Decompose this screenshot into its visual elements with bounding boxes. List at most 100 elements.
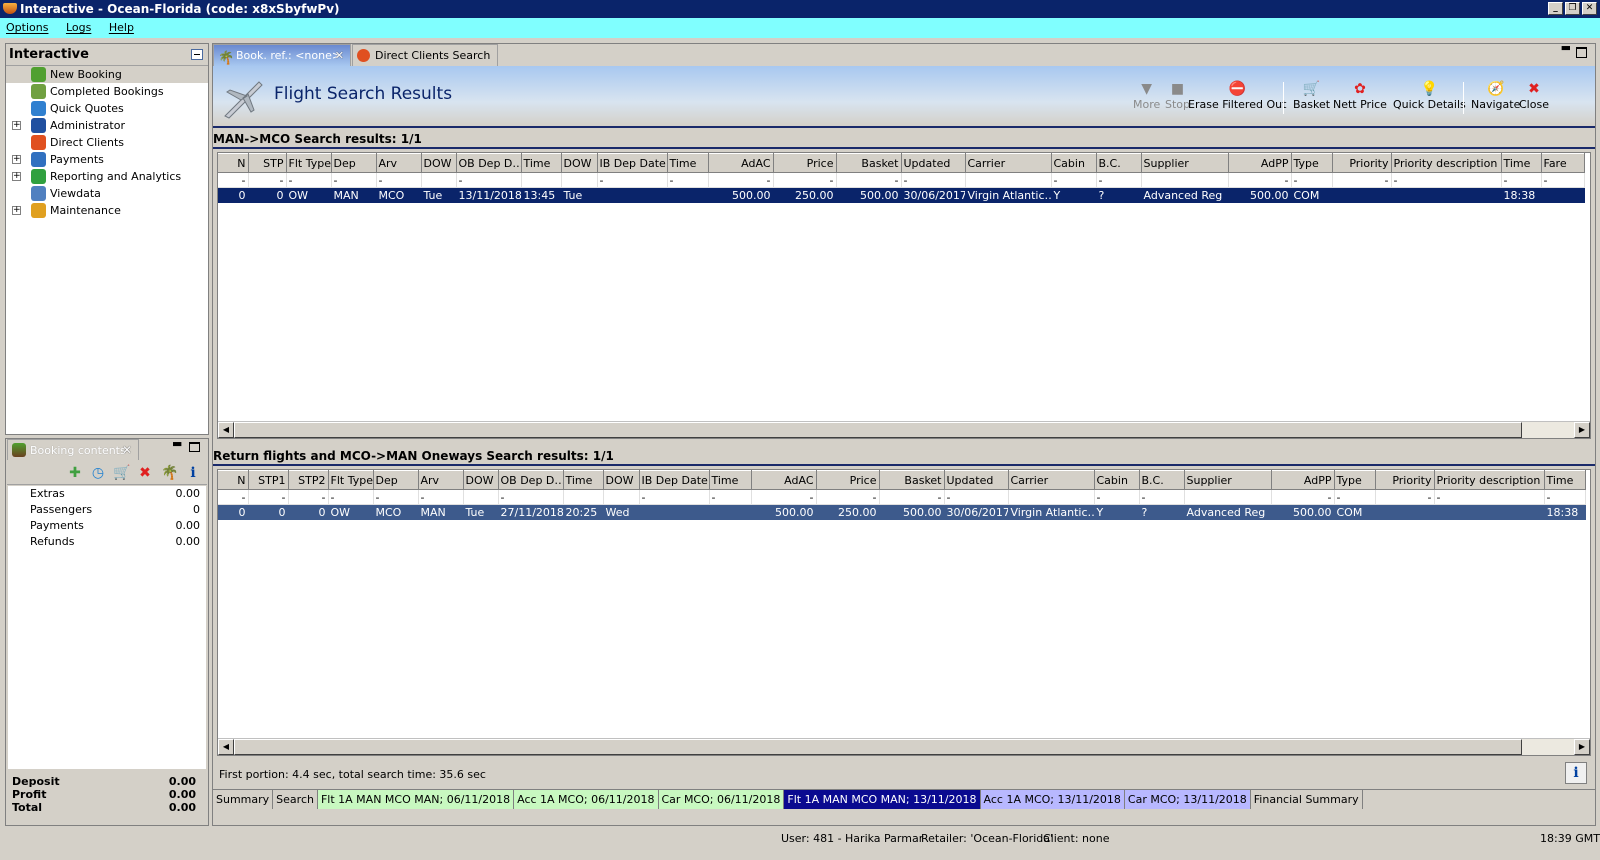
scroll-thumb[interactable] — [234, 422, 1522, 438]
column-header-cabin[interactable]: Cabin — [1094, 470, 1140, 490]
info-button[interactable]: i — [1565, 762, 1587, 784]
column-header-time[interactable]: Time — [709, 470, 752, 490]
minimize-button[interactable]: _ — [1548, 2, 1563, 15]
tab-direct-clients-search[interactable]: Direct Clients Search — [352, 44, 498, 66]
filter-cell[interactable]: - — [709, 489, 752, 505]
menu-options[interactable]: Options — [6, 21, 48, 34]
filter-cell[interactable] — [561, 172, 598, 188]
filter-cell[interactable]: - — [248, 172, 287, 188]
scroll-thumb[interactable] — [234, 739, 1522, 755]
bottom-tab-flt-1a-man-mco-man-13-11-2018[interactable]: Flt 1A MAN MCO MAN; 13/11/2018 — [784, 790, 981, 809]
filter-cell[interactable] — [421, 172, 457, 188]
filter-cell[interactable]: - — [1375, 489, 1435, 505]
nav-item-direct-clients[interactable]: Direct Clients — [6, 134, 208, 151]
delete-icon[interactable]: ✖ — [137, 465, 153, 481]
column-header-updated[interactable]: Updated — [944, 470, 1009, 490]
column-header-dep[interactable]: Dep — [331, 153, 377, 173]
nav-item-viewdata[interactable]: Viewdata — [6, 185, 208, 202]
column-header-cabin[interactable]: Cabin — [1051, 153, 1097, 173]
column-header-priority[interactable]: Priority — [1375, 470, 1435, 490]
expand-icon[interactable]: + — [12, 121, 21, 130]
filter-cell[interactable]: - — [1291, 172, 1333, 188]
nav-item-quick-quotes[interactable]: Quick Quotes — [6, 100, 208, 117]
filter-cell[interactable]: - — [1096, 172, 1142, 188]
more-button[interactable]: ▼ More — [1133, 80, 1160, 111]
filter-cell[interactable]: - — [944, 489, 1009, 505]
column-header-basket[interactable]: Basket — [879, 470, 945, 490]
filter-cell[interactable]: - — [456, 172, 522, 188]
column-header-adac[interactable]: AdAC — [751, 470, 817, 490]
column-header-ib-dep-date[interactable]: IB Dep Date — [597, 153, 668, 173]
column-header-time[interactable]: Time — [563, 470, 604, 490]
column-header-fare[interactable]: Fare — [1541, 153, 1585, 173]
basket-button[interactable]: 🛒 Basket — [1293, 80, 1330, 111]
basket-move-icon[interactable]: 🛒 — [113, 465, 130, 481]
column-header-dep[interactable]: Dep — [373, 470, 419, 490]
result-row[interactable]: 0 0 0 OW MCO MAN Tue 27/11/2018 20:25 Wed 500.00 25… — [218, 504, 1586, 520]
scroll-left-arrow[interactable]: ◀ — [218, 422, 234, 438]
close-window-button[interactable]: ✕ — [1582, 2, 1597, 15]
filter-cell[interactable]: - — [373, 489, 419, 505]
scroll-left-arrow[interactable]: ◀ — [218, 739, 234, 755]
filter-cell[interactable]: - — [328, 489, 374, 505]
column-header-ob-dep-d[interactable]: OB Dep D… — [498, 470, 564, 490]
filter-cell[interactable] — [1184, 489, 1272, 505]
minimize-panel-button[interactable]: ▬ — [172, 437, 182, 450]
column-header-n[interactable]: N — [218, 153, 249, 173]
column-header-stp1[interactable]: STP1 — [248, 470, 289, 490]
filter-cell[interactable] — [1008, 489, 1095, 505]
nav-item-maintenance[interactable]: + Maintenance — [6, 202, 208, 219]
filter-cell[interactable]: - — [901, 172, 966, 188]
expand-icon[interactable]: + — [12, 206, 21, 215]
column-header-flt-type[interactable]: Flt Type — [328, 470, 374, 490]
column-header-time[interactable]: Time — [1544, 470, 1586, 490]
filter-cell[interactable]: - — [597, 172, 668, 188]
clock-refresh-icon[interactable]: ◷ — [90, 465, 106, 481]
filter-cell[interactable]: - — [498, 489, 564, 505]
close-tab-icon[interactable]: ✕ — [335, 45, 344, 67]
filter-cell[interactable]: - — [836, 172, 902, 188]
filter-cell[interactable]: - — [751, 489, 817, 505]
filter-cell[interactable] — [521, 172, 562, 188]
expand-icon[interactable]: + — [12, 155, 21, 164]
bottom-tab-flt-1a-man-mco-man-06-11-2018[interactable]: Flt 1A MAN MCO MAN; 06/11/2018 — [317, 790, 515, 809]
filter-cell[interactable]: - — [218, 489, 249, 505]
column-header-carrier[interactable]: Carrier — [965, 153, 1052, 173]
info-icon[interactable]: i — [185, 465, 201, 481]
filter-cell[interactable]: - — [1332, 172, 1392, 188]
column-header-type[interactable]: Type — [1291, 153, 1333, 173]
column-header-price[interactable]: Price — [773, 153, 837, 173]
scroll-right-arrow[interactable]: ▶ — [1574, 739, 1590, 755]
column-header-ob-dep-d[interactable]: OB Dep D… — [456, 153, 522, 173]
horizontal-scrollbar[interactable]: ◀ ▶ — [218, 738, 1590, 755]
filter-cell[interactable]: - — [1544, 489, 1586, 505]
column-header-price[interactable]: Price — [816, 470, 880, 490]
nav-item-completed-bookings[interactable]: Completed Bookings — [6, 83, 208, 100]
filter-cell[interactable]: - — [376, 172, 422, 188]
filter-cell[interactable]: - — [708, 172, 774, 188]
bottom-tab-search[interactable]: Search — [273, 790, 318, 809]
nav-item-administrator[interactable]: + Administrator — [6, 117, 208, 134]
add-icon[interactable]: ✚ — [67, 465, 83, 481]
column-header-priority[interactable]: Priority — [1332, 153, 1392, 173]
column-header-dow[interactable]: DOW — [421, 153, 457, 173]
collapse-panel-button[interactable] — [191, 49, 203, 60]
filter-cell[interactable]: - — [248, 489, 289, 505]
nav-item-payments[interactable]: + Payments — [6, 151, 208, 168]
filter-cell[interactable]: - — [639, 489, 710, 505]
filter-cell[interactable]: - — [418, 489, 464, 505]
menu-logs[interactable]: Logs — [66, 21, 91, 34]
palm-icon[interactable]: 🌴 — [161, 465, 178, 481]
filter-cell[interactable]: - — [1051, 172, 1097, 188]
filter-cell[interactable]: - — [1228, 172, 1292, 188]
filter-cell[interactable]: - — [331, 172, 377, 188]
column-header-dow[interactable]: DOW — [561, 153, 598, 173]
booking-contents-tab[interactable]: Booking contents ✕ — [7, 439, 139, 460]
filter-cell[interactable]: - — [1501, 172, 1542, 188]
column-header-b-c[interactable]: B.C. — [1139, 470, 1185, 490]
column-header-priority-description[interactable]: Priority description — [1391, 153, 1502, 173]
column-header-dow[interactable]: DOW — [463, 470, 499, 490]
expand-icon[interactable]: + — [12, 172, 21, 181]
column-header-ib-dep-date[interactable]: IB Dep Date — [639, 470, 710, 490]
maximize-view-button[interactable] — [1576, 47, 1587, 58]
